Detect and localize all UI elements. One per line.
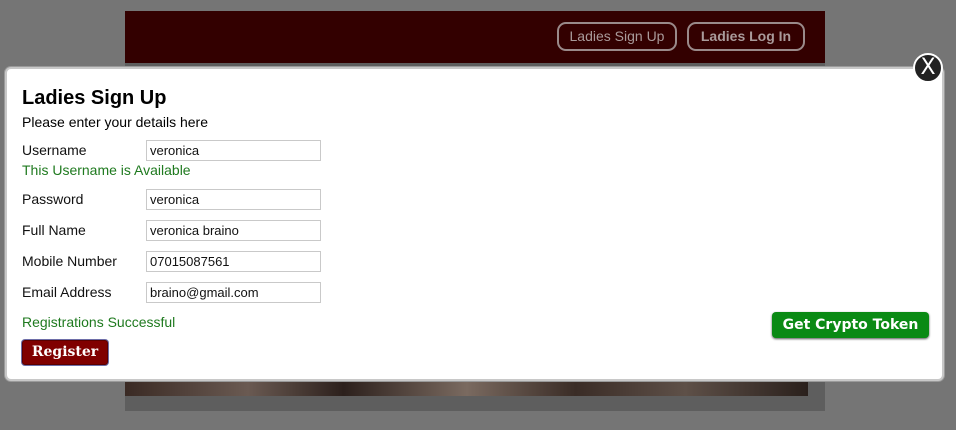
- ladies-signup-button[interactable]: Ladies Sign Up: [557, 22, 677, 51]
- password-label: Password: [22, 191, 84, 207]
- email-field[interactable]: [146, 282, 321, 303]
- close-icon[interactable]: X: [913, 53, 943, 83]
- mobile-number-field[interactable]: [146, 251, 321, 272]
- registration-status: Registrations Successful: [22, 314, 176, 330]
- username-field[interactable]: [146, 140, 321, 161]
- email-label: Email Address: [22, 284, 112, 300]
- site-header: Ladies Sign Up Ladies Log In: [125, 11, 825, 63]
- modal-title: Ladies Sign Up: [22, 87, 167, 109]
- full-name-field[interactable]: [146, 220, 321, 241]
- ladies-login-button[interactable]: Ladies Log In: [687, 22, 805, 51]
- signup-modal: Ladies Sign Up Please enter your details…: [5, 67, 944, 381]
- mobile-number-label: Mobile Number: [22, 253, 117, 269]
- get-crypto-token-button[interactable]: Get Crypto Token: [772, 312, 929, 338]
- username-label: Username: [22, 142, 87, 158]
- register-button[interactable]: Register: [22, 340, 108, 365]
- username-status: This Username is Available: [22, 162, 191, 178]
- modal-subtitle: Please enter your details here: [22, 114, 208, 130]
- full-name-label: Full Name: [22, 222, 86, 238]
- password-field[interactable]: [146, 189, 321, 210]
